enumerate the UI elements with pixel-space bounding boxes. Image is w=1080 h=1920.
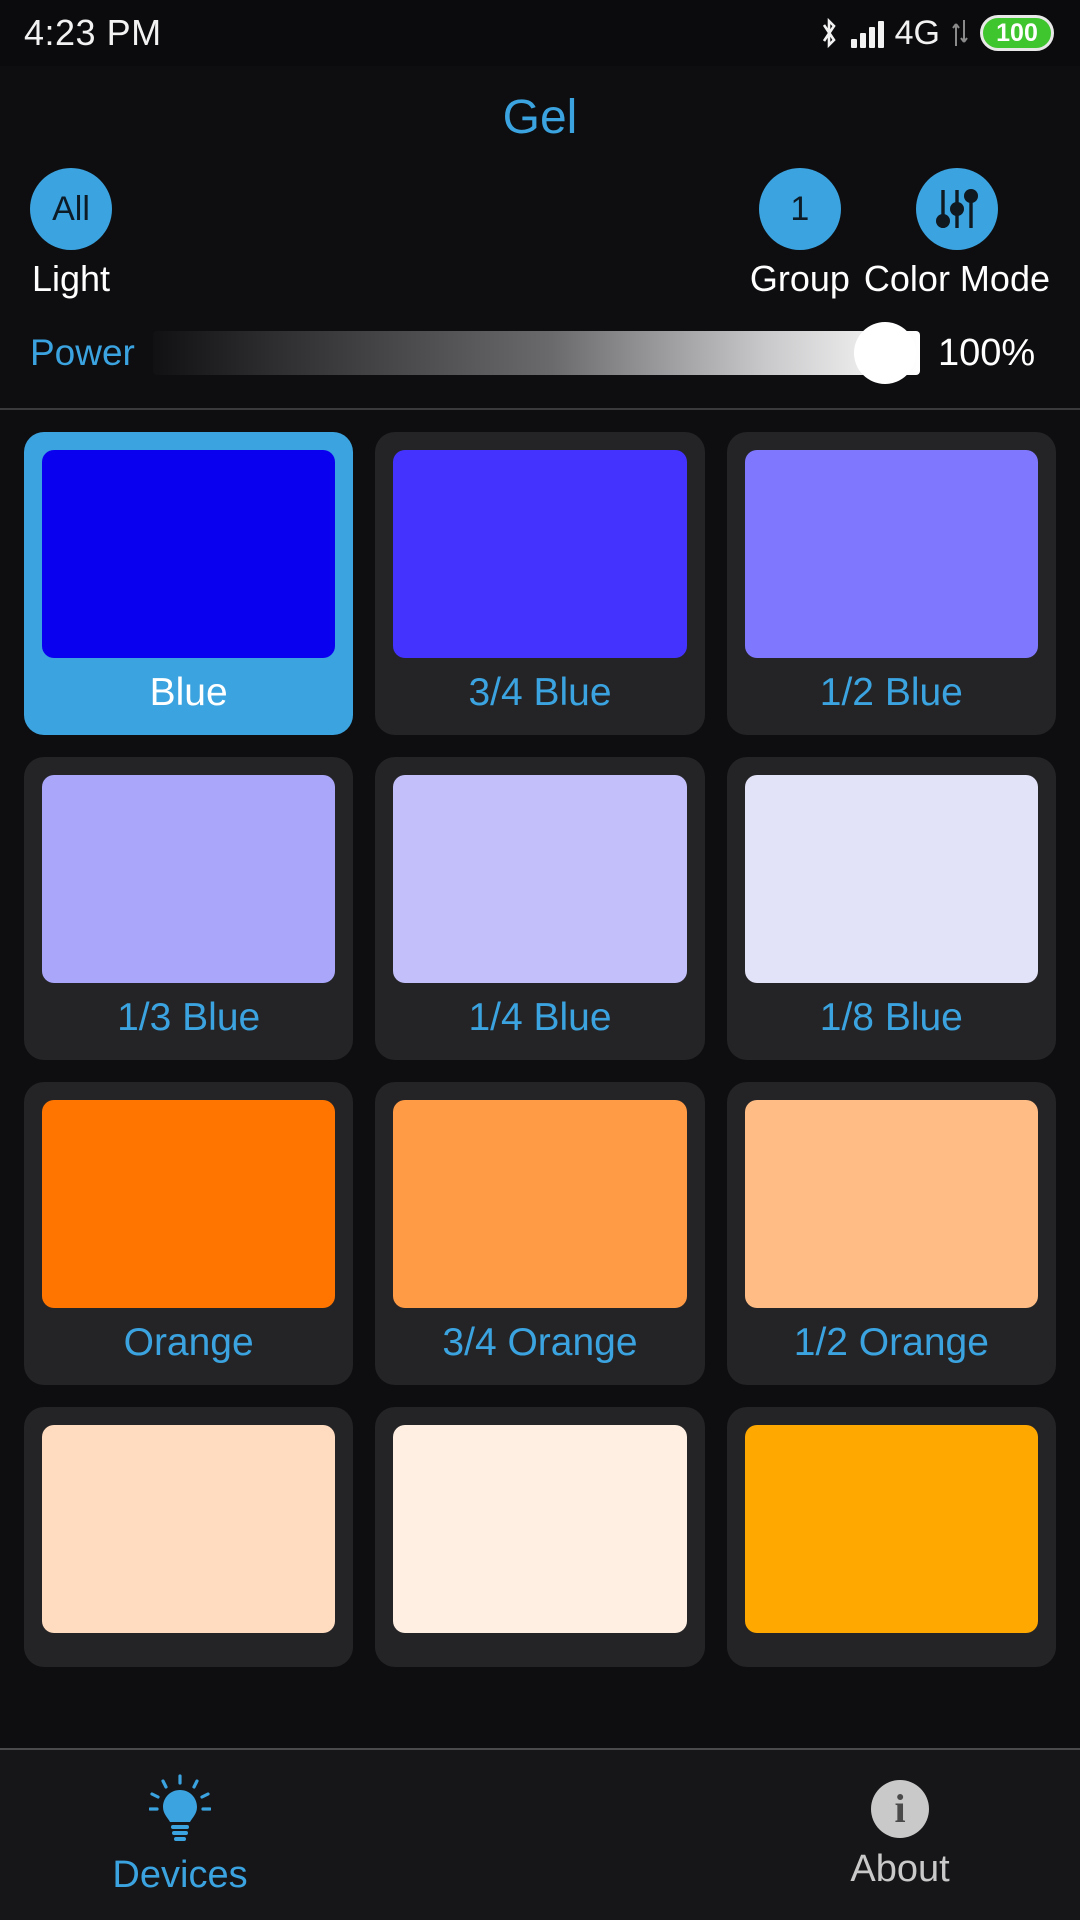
gel-card[interactable]: 1/8 Blue: [726, 756, 1056, 1060]
nav-item-about[interactable]: i About: [720, 1750, 1080, 1920]
gel-card[interactable]: 3/4 Orange: [375, 1081, 705, 1385]
gel-card[interactable]: [726, 1406, 1056, 1667]
data-transfer-arrows-icon: [952, 20, 968, 46]
gel-swatch: [42, 774, 336, 983]
gel-swatch: [393, 774, 687, 983]
sliders-icon: [935, 189, 978, 228]
color-mode-label: Color Mode: [863, 258, 1050, 299]
gel-name: 1/8 Blue: [819, 995, 963, 1039]
lightbulb-icon: [149, 1773, 211, 1841]
gel-card[interactable]: 3/4 Blue: [375, 432, 705, 735]
nav-label-about: About: [850, 1847, 950, 1890]
color-mode-button[interactable]: Color Mode: [864, 168, 1050, 300]
bottom-navigation: Devices i About: [0, 1748, 1080, 1920]
group-selector-button[interactable]: 1 Group: [750, 168, 850, 300]
group-label: Group: [749, 258, 850, 299]
gel-card[interactable]: 1/2 Orange: [726, 1081, 1056, 1385]
gel-name: Blue: [149, 671, 228, 714]
power-slider-row: Power 100%: [0, 300, 1080, 408]
gel-swatch: [42, 450, 336, 658]
light-label: Light: [31, 258, 111, 299]
power-slider[interactable]: [152, 318, 920, 388]
status-bar: 4:23 PM 4G 100: [0, 0, 1080, 66]
status-icons: 4G 100: [818, 14, 1054, 53]
gel-name: 1/2 Orange: [793, 1320, 989, 1364]
gel-name: 1/4 Blue: [468, 995, 612, 1039]
info-icon: i: [871, 1779, 929, 1838]
gel-swatch: [744, 1424, 1038, 1633]
gel-name: 1/3 Blue: [117, 995, 261, 1039]
app-screen: 4:23 PM 4G 100 Gel All Light 1 Group Col…: [0, 0, 1080, 1920]
bluetooth-icon: [822, 17, 836, 49]
network-type-label: 4G: [894, 13, 940, 52]
gel-swatch: [744, 774, 1038, 983]
gel-card[interactable]: [375, 1406, 705, 1667]
gel-name: 3/4 Orange: [442, 1320, 638, 1364]
gel-swatch: [393, 1099, 687, 1308]
gel-swatch: [42, 1424, 336, 1633]
light-badge[interactable]: All: [30, 168, 112, 250]
light-selector-button[interactable]: All Light: [30, 168, 112, 300]
gel-swatch: [393, 450, 687, 658]
gel-grid: Blue 3/4 Blue 1/2 Blue 1/3 Blue 1/4 Blue 1/8 …: [0, 410, 1080, 1667]
power-label: Power: [30, 332, 135, 373]
page-title: Gel: [502, 91, 578, 144]
gel-name: 3/4 Blue: [468, 671, 612, 714]
signal-bars-icon: [850, 18, 884, 48]
power-value: 100%: [938, 331, 1036, 374]
gel-card[interactable]: Orange: [24, 1081, 354, 1385]
header-divider: [0, 408, 1080, 410]
gel-name: Orange: [123, 1320, 254, 1364]
group-badge[interactable]: 1: [758, 168, 841, 250]
nav-label-devices: Devices: [112, 1853, 248, 1896]
gel-card[interactable]: 1/2 Blue: [726, 432, 1056, 735]
gel-swatch: [744, 1099, 1038, 1308]
power-slider-thumb[interactable]: [854, 322, 916, 384]
gel-card[interactable]: Blue: [24, 432, 354, 735]
header-controls: All Light 1 Group Color Mode: [0, 158, 1080, 300]
color-mode-circle[interactable]: [915, 168, 998, 250]
gel-card[interactable]: 1/4 Blue: [375, 756, 705, 1060]
gel-swatch: [744, 450, 1038, 658]
gel-card[interactable]: [24, 1406, 354, 1667]
gel-swatch: [393, 1424, 687, 1633]
gel-swatch: [42, 1099, 336, 1308]
app-header: Gel All Light 1 Group Color Mode Power 1…: [0, 66, 1080, 410]
status-time: 4:23 PM: [24, 12, 162, 53]
power-slider-track[interactable]: [152, 331, 920, 375]
gel-card[interactable]: 1/3 Blue: [24, 756, 354, 1060]
battery-indicator: 100: [980, 15, 1054, 51]
gel-name: 1/2 Blue: [819, 671, 963, 714]
nav-item-devices[interactable]: Devices: [0, 1750, 360, 1920]
